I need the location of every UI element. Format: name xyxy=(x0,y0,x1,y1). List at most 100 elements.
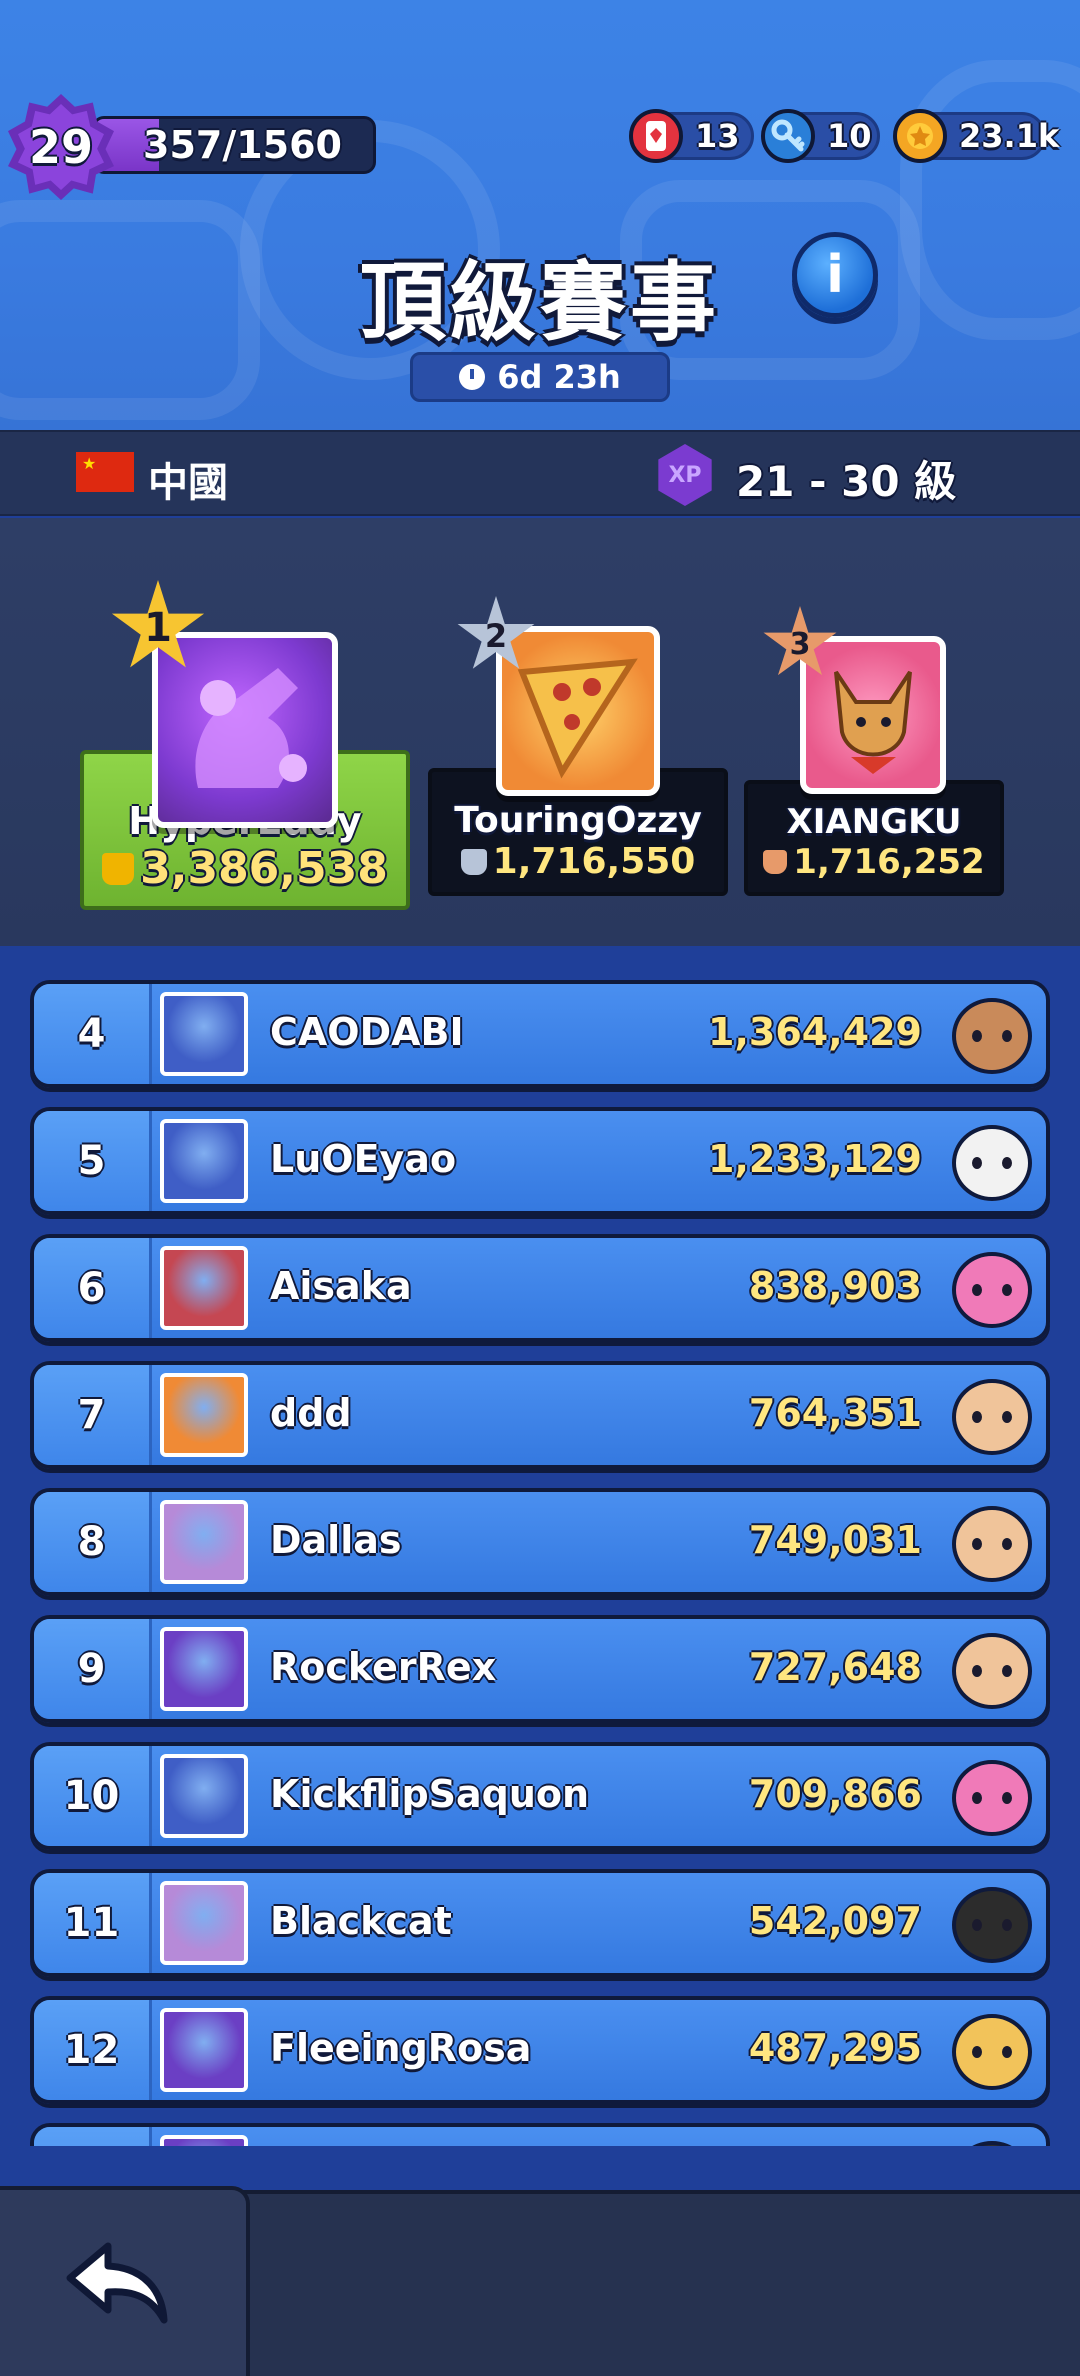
row-rank: 13 xyxy=(34,2127,152,2146)
row-rank: 7 xyxy=(34,1365,152,1465)
second-place-score: 1,716,550 xyxy=(492,841,696,882)
row-player-name: Blackcat xyxy=(270,1899,452,1943)
row-player-name: Dallas xyxy=(270,1518,402,1562)
xp-progress-text: 357/1560 xyxy=(143,123,342,167)
energy-can-icon xyxy=(629,109,683,163)
player-icon xyxy=(160,1754,248,1838)
back-arrow-icon xyxy=(66,2242,168,2324)
leaderboard-row[interactable]: 12 FleeingRosa 487,295 xyxy=(30,1996,1050,2104)
player-icon xyxy=(160,2008,248,2092)
row-player-name: Aisaka xyxy=(270,1264,412,1308)
brawler-portrait-icon xyxy=(952,2141,1032,2146)
leaderboard-row[interactable]: 4 CAODABI 1,364,429 xyxy=(30,980,1050,1088)
podium-third-place[interactable]: XIANGKU 1,716,252 3 xyxy=(744,606,1004,896)
player-level-badge[interactable]: 29 xyxy=(8,94,114,200)
brawler-portrait-icon xyxy=(952,1506,1032,1582)
podium-first-place[interactable]: HyperEddy 3,386,538 1 xyxy=(80,560,410,910)
timer-text: 6d 23h xyxy=(497,358,621,396)
row-score: 727,648 xyxy=(748,1645,922,1689)
brawler-portrait-icon xyxy=(952,1887,1032,1963)
key-resource[interactable]: 10 xyxy=(761,109,880,163)
second-place-score-row: 1,716,550 xyxy=(460,841,696,882)
third-place-score-row: 1,716,252 xyxy=(763,842,985,882)
podium-second-place[interactable]: TouringOzzy 1,716,550 2 xyxy=(428,596,728,896)
first-place-score-row: 3,386,538 xyxy=(102,843,388,894)
row-player-name: RockerRex xyxy=(270,1645,497,1689)
leaderboard-row[interactable]: 11 Blackcat 542,097 xyxy=(30,1869,1050,1977)
player-icon xyxy=(160,1881,248,1965)
header: 357/1560 29 13 10 23.1k 頂級賽事 i 6d 23h xyxy=(0,0,1080,430)
leaderboard-filter-bar: 中國 XP 21 - 30 級 xyxy=(0,430,1080,516)
key-count: 10 xyxy=(827,117,872,155)
silver-trophy-icon xyxy=(460,848,487,875)
brawler-portrait-icon xyxy=(952,2014,1032,2090)
leaderboard-list[interactable]: 4 CAODABI 1,364,429 5 LuOEyao 1,233,129 6 Aisak… xyxy=(0,946,1080,2146)
player-icon xyxy=(160,1500,248,1584)
row-player-name: KickflipSaquon xyxy=(270,1772,590,1816)
china-flag-icon[interactable] xyxy=(76,452,134,492)
row-score: 764,351 xyxy=(748,1391,922,1435)
first-place-score: 3,386,538 xyxy=(140,843,388,894)
player-icon xyxy=(160,992,248,1076)
xp-level-icon: XP xyxy=(658,444,712,506)
podium-top-three: HyperEddy 3,386,538 1 TouringOzzy 1,716,… xyxy=(0,518,1080,946)
row-rank: 9 xyxy=(34,1619,152,1719)
key-icon xyxy=(761,109,815,163)
leaderboard-row[interactable]: 5 LuOEyao 1,233,129 xyxy=(30,1107,1050,1215)
country-selector[interactable]: 中國 xyxy=(148,450,228,508)
player-icon xyxy=(160,1373,248,1457)
coin-icon xyxy=(893,109,947,163)
leaderboard-row[interactable]: 9 RockerRex 727,648 xyxy=(30,1615,1050,1723)
row-player-name: LuOEyao xyxy=(270,1137,457,1181)
row-rank: 8 xyxy=(34,1492,152,1592)
row-rank: 12 xyxy=(34,2000,152,2100)
clock-icon xyxy=(459,364,486,390)
event-timer: 6d 23h xyxy=(410,352,670,402)
row-rank: 4 xyxy=(34,984,152,1084)
energy-resource[interactable]: 13 xyxy=(629,109,754,163)
row-score: 838,903 xyxy=(748,1264,922,1308)
coin-count: 23.1k xyxy=(959,117,1060,155)
player-icon xyxy=(160,2135,248,2146)
row-score: 487,295 xyxy=(748,2026,922,2070)
leaderboard-row[interactable]: 6 Aisaka 838,903 xyxy=(30,1234,1050,1342)
row-score: 542,097 xyxy=(748,1899,922,1943)
third-place-score: 1,716,252 xyxy=(793,842,985,882)
row-rank: 5 xyxy=(34,1111,152,1211)
level-range-selector[interactable]: 21 - 30 級 xyxy=(736,448,956,509)
info-button[interactable]: i xyxy=(792,232,878,318)
coin-resource[interactable]: 23.1k xyxy=(893,109,1059,163)
leaderboard-row[interactable]: 10 KickflipSaquon 709,866 xyxy=(30,1742,1050,1850)
brawler-portrait-icon xyxy=(952,1252,1032,1328)
brawler-portrait-icon xyxy=(952,1379,1032,1455)
back-button[interactable] xyxy=(0,2186,250,2376)
xp-progress-bar[interactable]: 357/1560 xyxy=(92,116,376,174)
row-score: 709,866 xyxy=(748,1772,922,1816)
page-title: 頂級賽事 xyxy=(360,253,720,353)
second-place-player-icon xyxy=(496,626,660,796)
player-icon xyxy=(160,1246,248,1330)
brawler-portrait-icon xyxy=(952,998,1032,1074)
brawler-portrait-icon xyxy=(952,1760,1032,1836)
bronze-trophy-icon xyxy=(763,850,788,874)
leaderboard-row[interactable]: 13Katsura402,526 xyxy=(30,2123,1050,2146)
second-place-name: TouringOzzy xyxy=(454,800,702,841)
row-score: 1,364,429 xyxy=(708,1010,922,1054)
row-player-name: FleeingRosa xyxy=(270,2026,532,2070)
third-place-plate: XIANGKU 1,716,252 xyxy=(744,780,1004,896)
row-rank: 10 xyxy=(34,1746,152,1846)
brawler-portrait-icon xyxy=(952,1633,1032,1709)
player-icon xyxy=(160,1119,248,1203)
row-player-name: ddd xyxy=(270,1391,352,1435)
brawler-portrait-icon xyxy=(952,1125,1032,1201)
trophy-icon xyxy=(102,852,135,885)
player-icon xyxy=(160,1627,248,1711)
third-place-player-icon xyxy=(800,636,946,794)
leaderboard-row[interactable]: 7 ddd 764,351 xyxy=(30,1361,1050,1469)
leaderboard-row[interactable]: 8 Dallas 749,031 xyxy=(30,1488,1050,1596)
row-rank: 6 xyxy=(34,1238,152,1338)
row-player-name: CAODABI xyxy=(270,1010,464,1054)
row-score: 1,233,129 xyxy=(708,1137,922,1181)
row-score: 749,031 xyxy=(748,1518,922,1562)
energy-count: 13 xyxy=(695,117,740,155)
